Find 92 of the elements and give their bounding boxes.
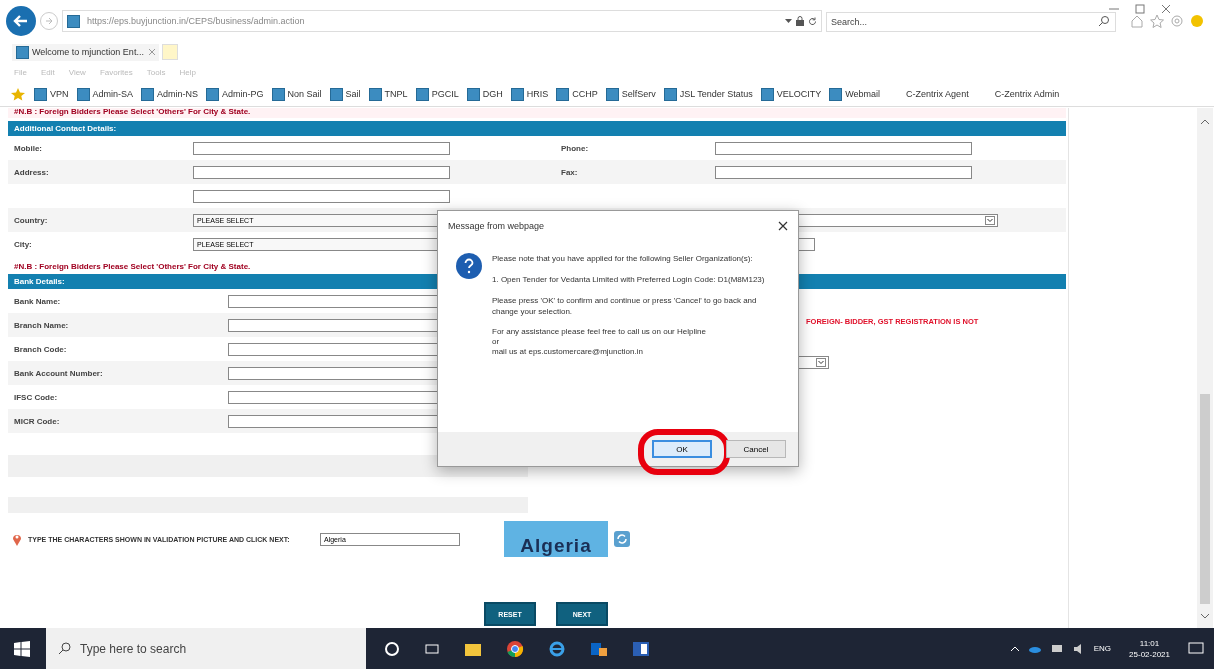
forward-arrow-icon — [44, 16, 54, 26]
favorites-star-icon[interactable] — [10, 87, 26, 101]
dialog-button[interactable]: OK — [652, 440, 712, 458]
favorites-link[interactable]: CCHP — [556, 87, 598, 101]
dialog-message: 1. Open Tender for Vedanta Limited with Preferred Login Code: D1(M8M123) — [492, 274, 766, 285]
dialog-button[interactable]: Cancel — [726, 440, 786, 458]
search-icon[interactable] — [1098, 15, 1110, 27]
chevron-down-icon — [985, 215, 995, 225]
field-label: Bank Account Number: — [13, 368, 104, 378]
favorites-link[interactable]: C-Zentrix Admin — [994, 89, 1060, 99]
field-label: Branch Name: — [13, 320, 70, 330]
field-label: Mobile: — [14, 143, 42, 153]
page-icon — [34, 87, 47, 101]
location-pin-icon — [12, 532, 22, 546]
page-icon — [329, 87, 343, 101]
input-field[interactable] — [193, 141, 450, 155]
field-label: Country: — [14, 215, 48, 225]
chevron-up-icon[interactable] — [1009, 644, 1020, 653]
taskbar-search-field[interactable]: Type here to search — [46, 628, 366, 669]
page-icon — [271, 87, 285, 101]
refresh-icon[interactable] — [614, 531, 630, 547]
star-icon[interactable] — [1150, 14, 1164, 28]
language-indicator[interactable]: ENG — [1093, 644, 1112, 653]
close-icon[interactable] — [778, 221, 788, 231]
page-icon — [67, 14, 80, 28]
page-icon — [605, 87, 619, 101]
page-icon — [76, 87, 90, 101]
start-icon[interactable] — [14, 640, 30, 657]
address-bar[interactable]: https://eps.buyjunction.in/CEPS/business/admin.action — [62, 10, 822, 32]
scroll-down-icon[interactable] — [1200, 612, 1210, 620]
restore-icon[interactable] — [1134, 4, 1146, 14]
page-icon — [141, 87, 155, 101]
scrollbar[interactable] — [1197, 108, 1213, 628]
captcha-image: Algeria — [504, 521, 608, 557]
favorites-link[interactable]: Sail — [329, 87, 361, 101]
dialog-message: or — [492, 337, 501, 347]
field-label: City: — [14, 239, 32, 249]
refresh-icon[interactable] — [808, 16, 817, 26]
favorites-link[interactable]: Admin-SA — [76, 87, 134, 101]
page-icon — [466, 87, 480, 101]
input-field[interactable] — [193, 165, 450, 179]
page-icon — [760, 87, 774, 101]
page-icon — [556, 87, 570, 101]
dialog-message: Please note that you have applied for the following Seller Organization(s): — [492, 253, 754, 264]
dialog-message: mail us at eps.customercare@mjunction.in — [492, 347, 644, 357]
favorites-link[interactable]: TNPL — [368, 87, 408, 101]
favorites-link[interactable]: VPN — [34, 87, 69, 101]
page-icon — [829, 87, 843, 101]
dropdown-caret-icon[interactable] — [785, 18, 792, 24]
field-label: Branch Code: — [13, 344, 68, 354]
home-icon[interactable] — [1130, 14, 1144, 28]
input-field[interactable] — [193, 189, 450, 203]
settings-icon[interactable] — [1170, 14, 1184, 28]
field-label: Address: — [14, 167, 49, 177]
page-icon — [510, 87, 524, 101]
favorites-link[interactable]: DGH — [466, 87, 503, 101]
note-text: #N.B : Foreign Bidders Please Select 'Others' For City & State. — [13, 262, 252, 271]
favorites-link[interactable]: SelfServ — [605, 87, 656, 101]
lock-icon — [796, 16, 804, 26]
favorites-link[interactable]: Webmail — [829, 87, 881, 101]
page-icon — [16, 45, 29, 59]
field-label: MICR Code: — [13, 416, 61, 426]
clock[interactable]: 11:01 25-02-2021 — [1129, 637, 1170, 660]
note-text: #N.B : Foreign Bidders Please Select 'Others' For City & State. — [8, 108, 1066, 118]
field-label: Phone: — [561, 143, 589, 153]
dialog-message: For any assistance please feel free to call us on our Helpline — [492, 327, 707, 337]
page-icon — [368, 87, 382, 101]
scroll-up-icon[interactable] — [1200, 118, 1210, 126]
field-label: Bank Name: — [13, 296, 62, 306]
input-field[interactable] — [715, 165, 972, 179]
favorites-link[interactable]: JSL Tender Status — [663, 87, 753, 101]
favorites-link[interactable]: C-Zentrix Agent — [906, 89, 969, 99]
back-button[interactable] — [6, 6, 36, 36]
page-icon — [663, 87, 677, 101]
input-field[interactable] — [715, 141, 972, 155]
favorites-link[interactable]: Admin-PG — [206, 87, 264, 101]
chevron-down-icon — [816, 358, 826, 367]
page-icon — [415, 87, 429, 101]
browser-tab[interactable]: Welcome to mjunction Ent... — [12, 43, 159, 61]
search-field[interactable]: Search... — [826, 12, 1116, 32]
field-label: IFSC Code: — [13, 392, 59, 402]
favorites-link[interactable]: Non Sail — [271, 87, 322, 101]
dialog-message: Please press 'OK' to confirm and continue or press 'Cancel' to go back and change your selection. — [492, 295, 758, 317]
favorites-link[interactable]: Admin-NS — [141, 87, 199, 101]
search-icon — [58, 642, 71, 655]
favorites-link[interactable]: VELOCITY — [760, 87, 822, 101]
page-icon — [206, 87, 220, 101]
section-header: Additional Contact Details: — [8, 121, 1066, 136]
field-label: Fax: — [561, 167, 578, 177]
favorites-link[interactable]: PGCIL — [415, 87, 459, 101]
favorites-link[interactable]: HRIS — [510, 87, 549, 101]
question-icon — [456, 253, 482, 279]
